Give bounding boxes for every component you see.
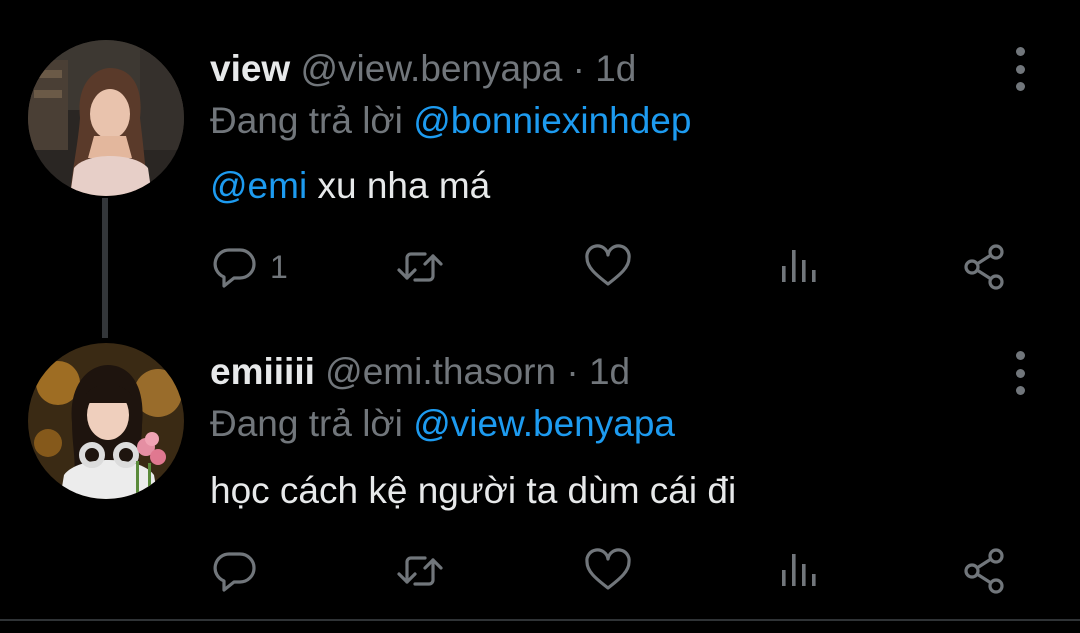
retweet-icon (395, 242, 445, 292)
retweet-button[interactable] (395, 242, 445, 292)
avatar[interactable] (28, 40, 184, 196)
views-icon (775, 242, 825, 292)
tweet-text: @emi xu nha má (210, 165, 490, 207)
reply-to-mention[interactable]: @bonniexinhdep (413, 100, 691, 141)
reply-button[interactable] (210, 546, 270, 596)
views-button[interactable] (775, 242, 825, 292)
replying-to-label: Đang trả lời (210, 100, 403, 141)
views-button[interactable] (775, 546, 825, 596)
like-button[interactable] (583, 546, 633, 596)
divider (0, 619, 1080, 621)
retweet-button[interactable] (395, 546, 445, 596)
share-icon (961, 546, 1011, 596)
more-icon[interactable] (1008, 351, 1032, 395)
reply-to-mention[interactable]: @view.benyapa (413, 403, 675, 444)
reply-button[interactable]: 1 (210, 242, 288, 292)
replying-to-label: Đang trả lời (210, 403, 403, 444)
retweet-icon (395, 546, 445, 596)
tweet[interactable]: view @view.benyapa · 1d Đang trả lời @bo… (0, 0, 1080, 318)
avatar[interactable] (28, 343, 184, 499)
share-button[interactable] (961, 546, 1011, 596)
display-name[interactable]: view (210, 48, 290, 89)
timestamp[interactable]: 1d (595, 48, 636, 89)
mention-link[interactable]: @emi (210, 165, 307, 206)
like-icon (583, 546, 633, 596)
user-handle[interactable]: @emi.thasorn (325, 351, 556, 392)
tweet-header: view @view.benyapa · 1d (210, 48, 636, 90)
action-bar: 1 (0, 242, 1080, 292)
user-handle[interactable]: @view.benyapa (301, 48, 563, 89)
separator: · (566, 351, 579, 392)
tweet-text: học cách kệ người ta dùm cái đi (210, 470, 737, 511)
tweet-header: emiiiii @emi.thasorn · 1d (210, 351, 630, 393)
replying-to: Đang trả lời @view.benyapa (210, 403, 675, 445)
like-button[interactable] (583, 242, 633, 292)
reply-count: 1 (270, 248, 288, 285)
display-name[interactable]: emiiiii (210, 351, 315, 392)
action-bar (0, 546, 1080, 596)
more-icon[interactable] (1008, 47, 1032, 91)
separator: · (572, 48, 585, 89)
share-icon (961, 242, 1011, 292)
replying-to: Đang trả lời @bonniexinhdep (210, 100, 691, 142)
tweet-text-content: xu nha má (307, 165, 491, 206)
tweet[interactable]: emiiiii @emi.thasorn · 1d Đang trả lời @… (0, 318, 1080, 623)
views-icon (775, 546, 825, 596)
like-icon (583, 242, 633, 292)
reply-icon (210, 546, 260, 596)
share-button[interactable] (961, 242, 1011, 292)
timestamp[interactable]: 1d (589, 351, 630, 392)
reply-icon (210, 242, 260, 292)
